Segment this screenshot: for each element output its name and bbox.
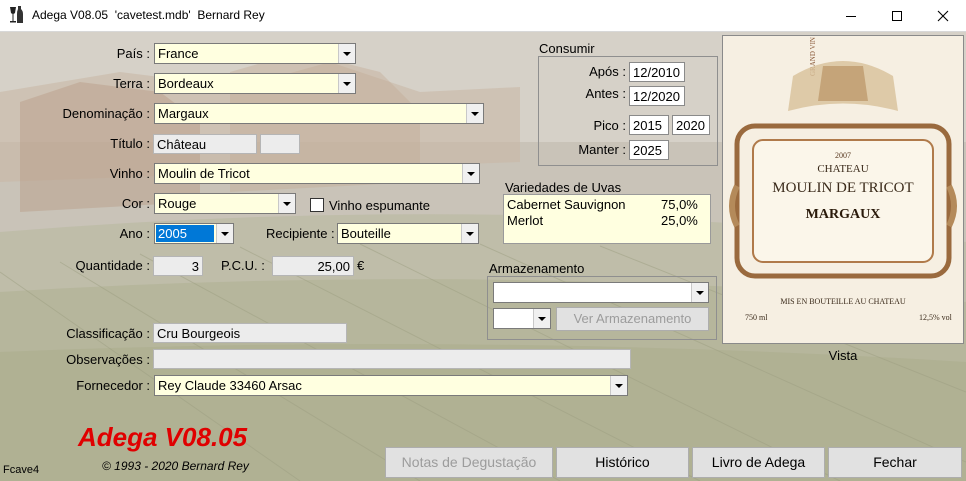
espumante-checkbox[interactable] — [310, 198, 324, 212]
quantidade-field[interactable]: 3 — [153, 256, 203, 276]
espumante-label: Vinho espumante — [329, 198, 430, 213]
chevron-down-icon[interactable] — [466, 104, 483, 123]
recipiente-combo[interactable]: Bouteille — [337, 223, 479, 244]
consumir-group — [538, 56, 718, 166]
maximize-button[interactable] — [874, 0, 920, 31]
apos-label: Após : — [589, 64, 626, 79]
chevron-down-icon[interactable] — [216, 224, 233, 243]
quantidade-label: Quantidade : — [75, 258, 150, 273]
list-item[interactable]: Cabernet Sauvignon — [507, 197, 626, 212]
chevron-down-icon[interactable] — [338, 74, 355, 93]
titulo-extra-field[interactable] — [260, 134, 300, 154]
label-line3: MARGAUX — [806, 207, 881, 222]
label-line2: MOULIN DE TRICOT — [772, 180, 913, 196]
antes-label: Antes : — [585, 86, 626, 101]
classificacao-field[interactable]: Cru Bourgeois — [153, 323, 347, 343]
pico-label: Pico : — [593, 118, 626, 133]
form-id-label: Fcave4 — [3, 464, 40, 476]
uva-name: Merlot — [507, 213, 544, 228]
apos-field[interactable]: 12/2010 — [629, 62, 685, 82]
vinho-combo[interactable]: Moulin de Tricot — [154, 163, 480, 184]
minimize-icon — [846, 15, 856, 17]
pais-label: País : — [116, 46, 150, 61]
label-vintage: 2007 — [835, 151, 851, 160]
chevron-down-icon[interactable] — [278, 194, 295, 213]
pcu-label: P.C.U. : — [221, 258, 265, 273]
uvas-title: Variedades de Uvas — [505, 180, 622, 195]
client-area: País : France Terra : Bordeaux Denominaç… — [0, 0, 966, 481]
historico-button[interactable]: Histórico — [556, 447, 689, 478]
fornecedor-value: Rey Claude 33460 Arsac — [158, 378, 302, 393]
title-bar: Adega V08.05 'cavetest.mdb' Bernard Rey — [0, 0, 966, 32]
ver-armazenamento-button[interactable]: Ver Armazenamento — [556, 307, 709, 331]
terra-label: Terra : — [113, 76, 150, 91]
label-volume: 750 ml — [745, 313, 768, 322]
recipiente-value: Bouteille — [341, 226, 391, 241]
chevron-down-icon[interactable] — [533, 309, 550, 328]
chevron-down-icon[interactable] — [610, 376, 627, 395]
denominacao-value: Margaux — [158, 106, 209, 121]
terra-value: Bordeaux — [158, 76, 214, 91]
uva-pct: 75,0% — [661, 197, 698, 212]
armazenamento-slot-combo[interactable] — [493, 308, 551, 329]
currency-label: € — [357, 258, 365, 273]
manter-field[interactable]: 2025 — [629, 140, 669, 160]
wine-glass-icon — [10, 6, 23, 23]
wine-label-image[interactable]: GRAND VIN DE BORDEAUX 2007 CHATEAU MOULI… — [722, 0, 964, 344]
denominacao-combo[interactable]: Margaux — [154, 103, 484, 124]
maximize-icon — [892, 10, 902, 21]
classificacao-label: Classificação : — [66, 326, 150, 341]
observacoes-field[interactable] — [153, 349, 631, 369]
label-alcohol: 12,5% vol — [919, 313, 953, 322]
chevron-down-icon[interactable] — [691, 283, 708, 302]
vista-caption: Vista — [828, 348, 858, 363]
minimize-button[interactable] — [828, 0, 874, 31]
recipiente-label: Recipiente : — [266, 226, 335, 241]
fornecedor-label: Fornecedor : — [76, 378, 150, 393]
list-item[interactable]: Merlot — [507, 213, 543, 228]
antes-field[interactable]: 12/2020 — [629, 86, 685, 106]
close-button[interactable] — [920, 0, 966, 31]
fechar-button[interactable]: Fechar — [828, 447, 962, 478]
wine-label-art: GRAND VIN DE BORDEAUX 2007 CHATEAU MOULI… — [723, 0, 963, 343]
ano-label: Ano : — [119, 226, 150, 241]
denominacao-label: Denominação : — [62, 106, 150, 121]
pico-to-field[interactable]: 2020 — [672, 115, 710, 135]
pais-combo[interactable]: France — [154, 43, 356, 64]
window-title: Adega V08.05 'cavetest.mdb' Bernard Rey — [32, 8, 265, 22]
livro-adega-button[interactable]: Livro de Adega — [692, 447, 825, 478]
cor-combo[interactable]: Rouge — [154, 193, 296, 214]
pais-value: France — [158, 46, 199, 61]
cor-label: Cor : — [121, 196, 150, 211]
armazenamento-location-combo[interactable] — [493, 282, 709, 303]
brand-title: Adega V08.05 — [78, 422, 248, 452]
copyright-text: © 1993 - 2020 Bernard Rey — [102, 459, 249, 473]
consumir-title: Consumir — [539, 41, 595, 56]
uva-name: Cabernet Sauvignon — [507, 197, 626, 212]
close-icon — [937, 10, 949, 21]
chevron-down-icon[interactable] — [338, 44, 355, 63]
app-window: Adega V08.05 'cavetest.mdb' Bernard Rey — [0, 0, 966, 481]
label-line4: MIS EN BOUTEILLE AU CHATEAU — [780, 297, 906, 306]
ano-value: 2005 — [156, 225, 214, 242]
fornecedor-combo[interactable]: Rey Claude 33460 Arsac — [154, 375, 628, 396]
label-line1: CHATEAU — [817, 163, 868, 175]
uva-pct: 25,0% — [661, 213, 698, 228]
ano-combo[interactable]: 2005 — [154, 223, 234, 244]
pico-from-field[interactable]: 2015 — [629, 115, 669, 135]
cor-value: Rouge — [158, 196, 197, 211]
titulo-label: Título : — [110, 136, 150, 151]
chevron-down-icon[interactable] — [462, 164, 479, 183]
vinho-label: Vinho : — [109, 166, 150, 181]
manter-label: Manter : — [578, 142, 626, 157]
titulo-field[interactable]: Château — [153, 134, 257, 154]
vinho-value: Moulin de Tricot — [158, 166, 250, 181]
armazenamento-title: Armazenamento — [489, 261, 585, 276]
uvas-list[interactable]: Cabernet Sauvignon 75,0% Merlot 25,0% — [503, 194, 711, 244]
observacoes-label: Observações : — [66, 352, 150, 367]
notas-degustacao-button[interactable]: Notas de Degustação — [385, 447, 553, 478]
chevron-down-icon[interactable] — [461, 224, 478, 243]
terra-combo[interactable]: Bordeaux — [154, 73, 356, 94]
pcu-field[interactable]: 25,00 — [272, 256, 354, 276]
